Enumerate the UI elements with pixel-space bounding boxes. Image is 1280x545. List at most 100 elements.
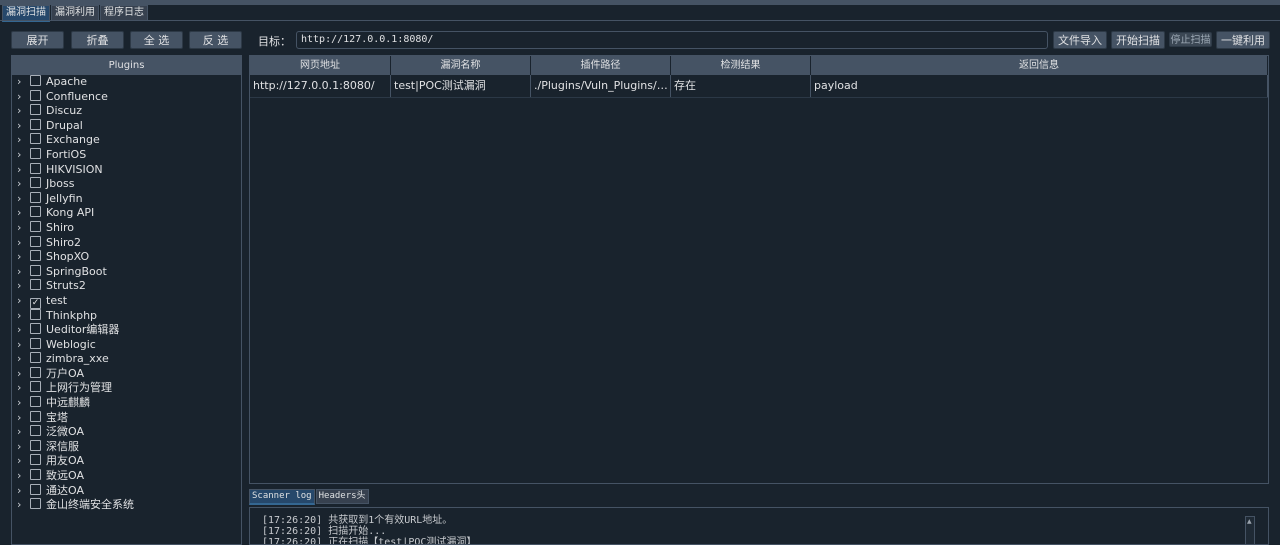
plugin-checkbox[interactable] xyxy=(30,366,41,378)
plugin-tree-item[interactable]: › Thinkphp xyxy=(12,308,241,324)
collapse-button[interactable]: 折叠 xyxy=(71,31,124,49)
plugin-checkbox[interactable] xyxy=(30,483,41,495)
plugin-checkbox[interactable] xyxy=(30,220,41,232)
plugin-checkbox[interactable] xyxy=(30,133,41,145)
plugin-tree-item[interactable]: › SpringBoot xyxy=(12,264,241,280)
plugin-checkbox[interactable] xyxy=(30,425,41,437)
plugin-tree-item[interactable]: › 金山终端安全系统 xyxy=(12,498,241,513)
tab-vuln-exploit[interactable]: 漏洞利用 xyxy=(51,5,99,21)
plugin-tree-item[interactable]: › Jellyfin xyxy=(12,191,241,207)
table-row[interactable]: http://127.0.0.1:8080/test|POC测试漏洞 ./Plug… xyxy=(250,75,1268,98)
select-all-button[interactable]: 全 选 xyxy=(130,31,183,49)
plugin-tree-item[interactable]: › 致远OA xyxy=(12,469,241,484)
plugin-checkbox[interactable] xyxy=(30,162,41,174)
plugin-checkbox[interactable] xyxy=(30,279,41,291)
plugin-checkbox[interactable] xyxy=(30,206,41,218)
chevron-right-icon[interactable]: › xyxy=(17,236,27,251)
plugin-checkbox[interactable] xyxy=(30,410,41,422)
plugin-checkbox[interactable] xyxy=(30,352,41,364)
chevron-right-icon[interactable]: › xyxy=(17,104,27,119)
chevron-right-icon[interactable]: › xyxy=(17,367,27,382)
chevron-right-icon[interactable]: › xyxy=(17,338,27,353)
plugin-checkbox[interactable] xyxy=(30,118,41,130)
plugin-checkbox[interactable] xyxy=(30,337,41,349)
column-header[interactable]: 检测结果 xyxy=(671,56,811,75)
chevron-right-icon[interactable]: › xyxy=(17,411,27,426)
plugin-checkbox[interactable] xyxy=(30,104,41,116)
log-panel[interactable]: [17:26:20] 共获取到1个有效URL地址。 [17:26:20] 扫描开始… xyxy=(249,507,1269,545)
chevron-right-icon[interactable]: › xyxy=(17,133,27,148)
plugin-tree-item[interactable]: › Apache xyxy=(12,75,241,90)
plugin-tree-item[interactable]: › 深信服 xyxy=(12,439,241,455)
plugin-checkbox[interactable] xyxy=(30,235,41,247)
chevron-right-icon[interactable]: › xyxy=(17,484,27,499)
plugin-tree-item[interactable]: › FortiOS xyxy=(12,147,241,163)
log-scrollbar[interactable]: ▲ xyxy=(1245,516,1255,544)
plugin-tree-item[interactable]: › Discuz xyxy=(12,104,241,119)
chevron-right-icon[interactable]: › xyxy=(17,177,27,192)
tab-program-log[interactable]: 程序日志 xyxy=(100,5,148,21)
chevron-right-icon[interactable]: › xyxy=(17,396,27,411)
plugin-checkbox[interactable] xyxy=(30,264,41,276)
plugin-checkbox[interactable] xyxy=(30,308,41,320)
chevron-right-icon[interactable]: › xyxy=(17,192,27,207)
column-header[interactable]: 网页地址 xyxy=(250,56,391,75)
chevron-right-icon[interactable]: › xyxy=(17,148,27,163)
chevron-right-icon[interactable]: › xyxy=(17,309,27,324)
plugin-checkbox[interactable] xyxy=(30,498,41,510)
chevron-right-icon[interactable]: › xyxy=(17,265,27,280)
plugin-tree-item[interactable]: › Jboss xyxy=(12,177,241,192)
chevron-right-icon[interactable]: › xyxy=(17,454,27,469)
plugin-checkbox[interactable] xyxy=(30,381,41,393)
tab-scanner-log[interactable]: Scanner log xyxy=(249,489,315,505)
chevron-right-icon[interactable]: › xyxy=(17,498,27,513)
column-header[interactable]: 返回信息 xyxy=(811,56,1268,75)
plugin-tree-item[interactable]: › Shiro xyxy=(12,220,241,236)
column-header[interactable]: 插件路径 xyxy=(531,56,671,75)
plugin-tree-item[interactable]: › Weblogic xyxy=(12,337,241,353)
plugin-tree-item[interactable]: › ShopXO xyxy=(12,250,241,265)
chevron-right-icon[interactable]: › xyxy=(17,381,27,396)
plugin-tree-item[interactable]: › Kong API xyxy=(12,206,241,221)
start-scan-button[interactable]: 开始扫描 xyxy=(1111,31,1165,49)
plugin-checkbox[interactable] xyxy=(30,323,41,335)
plugin-tree-item[interactable]: › 中远麒麟 xyxy=(12,396,241,411)
column-header[interactable]: 漏洞名称 xyxy=(391,56,531,75)
plugin-tree-item[interactable]: › Exchange xyxy=(12,133,241,148)
plugin-tree-item[interactable]: › Ueditor编辑器 xyxy=(12,323,241,338)
plugin-tree-item[interactable]: › 上网行为管理 xyxy=(12,381,241,396)
chevron-right-icon[interactable]: › xyxy=(17,250,27,265)
invert-selection-button[interactable]: 反 选 xyxy=(189,31,242,49)
chevron-right-icon[interactable]: › xyxy=(17,294,27,309)
plugin-checkbox[interactable] xyxy=(30,191,41,203)
plugin-checkbox[interactable] xyxy=(30,147,41,159)
target-url-input[interactable]: http://127.0.0.1:8080/ xyxy=(296,31,1048,49)
plugin-tree-item[interactable]: › Confluence xyxy=(12,89,241,105)
plugin-checkbox[interactable]: ✓ xyxy=(30,297,41,309)
chevron-right-icon[interactable]: › xyxy=(17,323,27,338)
plugin-checkbox[interactable] xyxy=(30,396,41,408)
tab-headers[interactable]: Headers头 xyxy=(315,489,369,504)
plugin-tree-item[interactable]: › zimbra_xxe xyxy=(12,352,241,367)
scroll-up-icon[interactable]: ▲ xyxy=(1247,518,1252,525)
plugin-checkbox[interactable] xyxy=(30,75,41,86)
plugin-tree-item[interactable]: › Shiro2 xyxy=(12,235,241,251)
plugin-tree-item[interactable]: › HIKVISION xyxy=(12,162,241,178)
plugin-checkbox[interactable] xyxy=(30,250,41,262)
stop-scan-button[interactable]: 停止扫描 xyxy=(1169,32,1212,47)
chevron-right-icon[interactable]: › xyxy=(17,206,27,221)
chevron-right-icon[interactable]: › xyxy=(17,119,27,134)
exploit-button[interactable]: 一键利用 xyxy=(1216,31,1270,49)
expand-button[interactable]: 展开 xyxy=(11,31,64,49)
chevron-right-icon[interactable]: › xyxy=(17,221,27,236)
plugin-tree-item[interactable]: › Drupal xyxy=(12,118,241,134)
plugin-tree-item[interactable]: › 万户OA xyxy=(12,366,241,382)
plugin-tree-item[interactable]: › 用友OA xyxy=(12,454,241,469)
chevron-right-icon[interactable]: › xyxy=(17,90,27,105)
chevron-right-icon[interactable]: › xyxy=(17,279,27,294)
plugin-checkbox[interactable] xyxy=(30,439,41,451)
plugin-checkbox[interactable] xyxy=(30,89,41,101)
plugin-tree-item[interactable]: › Struts2 xyxy=(12,279,241,294)
plugin-tree-item[interactable]: › 泛微OA xyxy=(12,425,241,440)
chevron-right-icon[interactable]: › xyxy=(17,425,27,440)
